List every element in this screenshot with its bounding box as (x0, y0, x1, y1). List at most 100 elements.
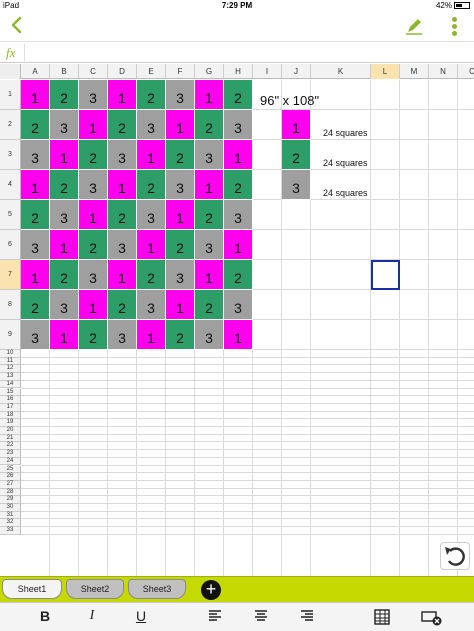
italic-button[interactable]: I (84, 608, 100, 626)
row-header-10[interactable]: 10 (0, 350, 21, 358)
quilt-cell[interactable]: 3 (21, 230, 50, 260)
row-header-27[interactable]: 27 (0, 480, 21, 489)
quilt-cell[interactable]: 3 (137, 200, 166, 230)
row-header-22[interactable]: 22 (0, 442, 21, 451)
quilt-cell[interactable]: 2 (195, 200, 224, 230)
quilt-cell[interactable]: 1 (21, 260, 50, 290)
quilt-cell[interactable]: 1 (50, 230, 79, 260)
quilt-cell[interactable]: 1 (79, 200, 108, 230)
cell-area[interactable]: 1231231223123123312312311231231223123123… (21, 80, 474, 576)
quilt-cell[interactable]: 3 (79, 170, 108, 200)
quilt-cell[interactable]: 1 (79, 290, 108, 320)
quilt-cell[interactable]: 3 (166, 260, 195, 290)
pen-button[interactable] (404, 16, 424, 36)
column-header-c[interactable]: C (458, 64, 474, 79)
quilt-cell[interactable]: 3 (50, 200, 79, 230)
sheet-tab-3[interactable]: Sheet3 (128, 579, 186, 599)
row-header-2[interactable]: 2 (0, 110, 21, 140)
clear-cell-button[interactable] (420, 608, 444, 626)
row-header-7[interactable]: 7 (0, 260, 21, 290)
quilt-cell[interactable]: 3 (50, 110, 79, 140)
row-header-25[interactable]: 25 (0, 465, 21, 474)
row-header-13[interactable]: 13 (0, 373, 21, 381)
quilt-cell[interactable]: 2 (50, 260, 79, 290)
quilt-cell[interactable]: 1 (224, 140, 253, 170)
row-header-32[interactable]: 32 (0, 519, 21, 528)
column-header-d[interactable]: D (108, 64, 137, 79)
sheet-tab-2[interactable]: Sheet2 (66, 579, 124, 599)
row-header-31[interactable]: 31 (0, 511, 21, 520)
quilt-cell[interactable]: 2 (224, 170, 253, 200)
quilt-cell[interactable]: 3 (50, 290, 79, 320)
quilt-cell[interactable]: 1 (166, 110, 195, 140)
column-header-k[interactable]: K (311, 64, 371, 79)
quilt-cell[interactable]: 2 (50, 170, 79, 200)
quilt-cell[interactable]: 2 (108, 200, 137, 230)
row-header-26[interactable]: 26 (0, 473, 21, 481)
column-header-b[interactable]: B (50, 64, 79, 79)
row-header-20[interactable]: 20 (0, 427, 21, 435)
quilt-cell[interactable]: 2 (166, 320, 195, 350)
column-header-a[interactable]: A (21, 64, 50, 79)
quilt-cell[interactable]: 2 (79, 230, 108, 260)
align-right-button[interactable] (298, 608, 316, 626)
back-button[interactable] (6, 14, 28, 36)
row-header-12[interactable]: 12 (0, 365, 21, 374)
legend-count-2[interactable]: 24 squares (323, 158, 368, 168)
quilt-cell[interactable]: 3 (224, 200, 253, 230)
quilt-cell[interactable]: 1 (195, 170, 224, 200)
align-center-button[interactable] (252, 608, 270, 626)
column-header-j[interactable]: J (282, 64, 311, 79)
row-header-21[interactable]: 21 (0, 434, 21, 443)
row-header-19[interactable]: 19 (0, 419, 21, 427)
quilt-cell[interactable]: 1 (166, 200, 195, 230)
quilt-cell[interactable]: 2 (224, 80, 253, 110)
column-header-f[interactable]: F (166, 64, 195, 79)
quilt-cell[interactable]: 3 (108, 140, 137, 170)
quilt-cell[interactable]: 1 (50, 320, 79, 350)
row-header-29[interactable]: 29 (0, 496, 21, 504)
row-header-5[interactable]: 5 (0, 200, 21, 230)
row-header-33[interactable]: 33 (0, 527, 21, 535)
quilt-cell[interactable]: 3 (79, 80, 108, 110)
quilt-cell[interactable]: 1 (195, 260, 224, 290)
quilt-cell[interactable]: 3 (195, 320, 224, 350)
row-header-16[interactable]: 16 (0, 396, 21, 404)
row-header-24[interactable]: 24 (0, 457, 21, 466)
bold-button[interactable]: B (36, 608, 54, 626)
column-header-g[interactable]: G (195, 64, 224, 79)
quilt-cell[interactable]: 3 (195, 140, 224, 170)
quilt-cell[interactable]: 2 (166, 230, 195, 260)
quilt-cell[interactable]: 3 (224, 290, 253, 320)
quilt-cell[interactable]: 2 (166, 140, 195, 170)
row-header-23[interactable]: 23 (0, 450, 21, 458)
quilt-cell[interactable]: 1 (224, 230, 253, 260)
quilt-cell[interactable]: 1 (108, 170, 137, 200)
more-button[interactable] (446, 15, 462, 37)
row-header-6[interactable]: 6 (0, 230, 21, 260)
quilt-cell[interactable]: 2 (137, 80, 166, 110)
row-header-30[interactable]: 30 (0, 504, 21, 512)
column-header-c[interactable]: C (79, 64, 108, 79)
select-all-corner[interactable] (0, 64, 21, 79)
sheet-grid[interactable]: ABCDEFGHIJKLMNC 1 2 3 4 5 6 7 8 9 10 11 12 13 14 15 16 1… (0, 64, 474, 576)
quilt-cell[interactable]: 2 (79, 320, 108, 350)
quilt-cell[interactable]: 2 (224, 260, 253, 290)
legend-count-1[interactable]: 24 squares (323, 128, 368, 138)
quilt-cell[interactable]: 3 (224, 110, 253, 140)
quilt-cell[interactable]: 1 (21, 80, 50, 110)
legend-swatch-1[interactable]: 1 (282, 110, 311, 140)
legend-count-3[interactable]: 24 squares (323, 188, 368, 198)
align-left-button[interactable] (206, 608, 224, 626)
quilt-cell[interactable]: 3 (137, 290, 166, 320)
quilt-cell[interactable]: 1 (108, 80, 137, 110)
quilt-cell[interactable]: 1 (137, 230, 166, 260)
quilt-cell[interactable]: 2 (21, 110, 50, 140)
quilt-cell[interactable]: 3 (166, 80, 195, 110)
row-header-8[interactable]: 8 (0, 290, 21, 320)
row-header-18[interactable]: 18 (0, 411, 21, 420)
row-header-3[interactable]: 3 (0, 140, 21, 170)
quilt-cell[interactable]: 1 (21, 170, 50, 200)
cell-format-button[interactable] (372, 608, 392, 626)
column-header-e[interactable]: E (137, 64, 166, 79)
